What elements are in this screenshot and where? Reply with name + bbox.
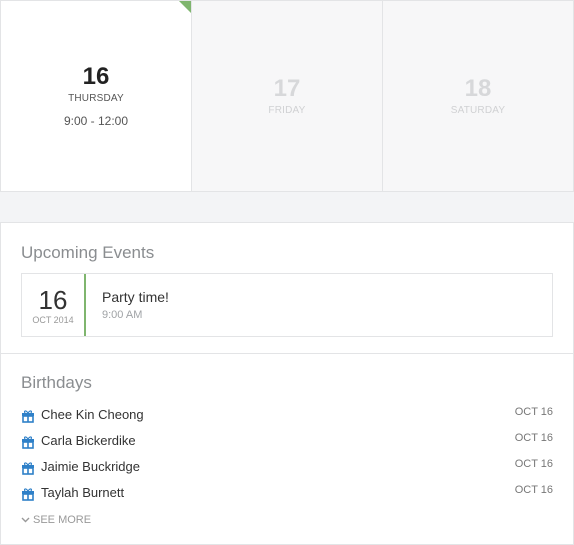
see-more-link[interactable]: SEE MORE: [21, 514, 91, 526]
chevron-down-icon: [21, 517, 30, 523]
event-date: 16 OCT 2014: [22, 274, 86, 336]
event-day: 16: [38, 284, 68, 315]
event-time: 9:00 AM: [102, 309, 143, 321]
birthday-list: Chee Kin Cheong OCT 16 Carla Bickerdike …: [21, 401, 553, 505]
birthday-item[interactable]: Taylah Burnett OCT 16: [21, 479, 553, 505]
gift-icon: [22, 410, 34, 423]
gift-icon: [22, 462, 34, 475]
birthday-name: Taylah Burnett: [41, 484, 125, 500]
birthday-name: Jaimie Buckridge: [41, 458, 140, 474]
selected-corner-marker: [179, 1, 191, 13]
birthday-item[interactable]: Carla Bickerdike OCT 16: [21, 427, 553, 453]
gift-icon: [22, 488, 34, 501]
section-divider: [1, 353, 573, 354]
birthday-date: OCT 16: [514, 458, 553, 470]
day-number: 18: [464, 75, 492, 102]
birthday-date: OCT 16: [514, 484, 553, 496]
gift-icon: [22, 436, 34, 449]
event-card[interactable]: 16 OCT 2014 Party time! 9:00 AM: [21, 273, 553, 337]
day-weekday: FRIDAY: [268, 105, 306, 116]
birthday-name: Carla Bickerdike: [41, 432, 136, 448]
event-title: Party time!: [102, 289, 169, 305]
birthday-item[interactable]: Chee Kin Cheong OCT 16: [21, 401, 553, 427]
day-time-range: 9:00 - 12:00: [63, 114, 129, 128]
events-panel: Upcoming Events 16 OCT 2014 Party time! …: [0, 222, 574, 545]
birthday-date: OCT 16: [514, 406, 553, 418]
see-more-label: SEE MORE: [33, 514, 92, 526]
day-weekday: THURSDAY: [68, 93, 124, 104]
day-number: 17: [273, 75, 301, 102]
birthday-name: Chee Kin Cheong: [41, 406, 144, 422]
birthday-date: OCT 16: [514, 432, 553, 444]
day-tile-16[interactable]: 16 THURSDAY 9:00 - 12:00: [1, 1, 192, 191]
birthdays-title: Birthdays: [21, 373, 92, 392]
birthday-item[interactable]: Jaimie Buckridge OCT 16: [21, 453, 553, 479]
event-info: Party time! 9:00 AM: [86, 274, 169, 336]
day-tile-17[interactable]: 17 FRIDAY: [192, 1, 383, 191]
day-selector: 16 THURSDAY 9:00 - 12:00 17 FRIDAY 18 SA…: [0, 0, 574, 192]
day-weekday: SATURDAY: [450, 105, 506, 116]
upcoming-events-title: Upcoming Events: [21, 243, 155, 262]
day-tile-18[interactable]: 18 SATURDAY: [383, 1, 573, 191]
event-month-year: OCT 2014: [32, 314, 74, 325]
day-number: 16: [82, 63, 110, 90]
